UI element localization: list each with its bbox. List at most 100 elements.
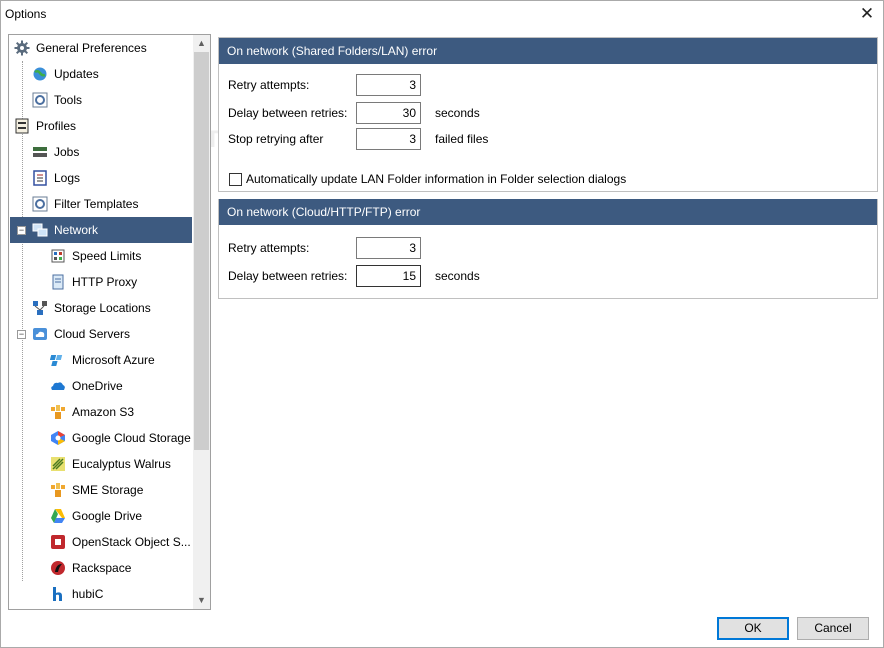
scroll-down-icon[interactable]: ▼ xyxy=(193,592,210,609)
cancel-button[interactable]: Cancel xyxy=(797,617,869,640)
jobs-icon xyxy=(33,147,47,157)
tree-item-label: General Preferences xyxy=(36,41,147,55)
storage-icon xyxy=(33,301,47,315)
lan-auto-update-checkbox[interactable] xyxy=(229,172,242,186)
lan-stop-input[interactable] xyxy=(356,128,421,150)
tree-item-amazon-s3[interactable]: Amazon S3 xyxy=(10,399,192,425)
proxy-icon xyxy=(52,274,64,290)
options-window: Options ✕ SOFTPEDIA ▲ ▼ General Preferen… xyxy=(0,0,884,648)
scroll-thumb[interactable] xyxy=(194,52,209,450)
tree-item-label: OneDrive xyxy=(72,379,123,393)
tree-item-network[interactable]: Network xyxy=(10,217,192,243)
lan-retry-input[interactable] xyxy=(356,74,421,96)
tree-item-updates[interactable]: Updates xyxy=(10,61,192,87)
tree-item-onedrive[interactable]: OneDrive xyxy=(10,373,192,399)
tree-item-general-preferences[interactable]: General Preferences xyxy=(10,35,192,61)
collapse-network-icon[interactable]: − xyxy=(17,226,26,235)
eucalyptus-icon xyxy=(51,457,65,471)
lan-delay-row: Delay between retries: seconds xyxy=(228,102,480,124)
cloud-error-group: On network (Cloud/HTTP/FTP) error Retry … xyxy=(218,199,878,299)
openstack-icon xyxy=(51,535,65,549)
tree-item-cloud-servers[interactable]: Cloud Servers xyxy=(10,321,192,347)
tree-item-label: Logs xyxy=(54,171,81,185)
collapse-cloud-servers-icon[interactable]: − xyxy=(17,330,26,339)
tree-item-logs[interactable]: Logs xyxy=(10,165,192,191)
lan-stop-row: Stop retrying after failed files xyxy=(228,128,488,150)
lan-delay-input[interactable] xyxy=(356,102,421,124)
tree-scrollbar[interactable]: ▲ ▼ xyxy=(193,35,210,609)
tree-item-label: Eucalyptus Walrus xyxy=(72,457,171,471)
profile-icon xyxy=(15,118,29,134)
scroll-up-icon[interactable]: ▲ xyxy=(193,35,210,52)
lan-error-group: On network (Shared Folders/LAN) error Re… xyxy=(218,37,878,192)
tree-item-jobs[interactable]: Jobs xyxy=(10,139,192,165)
tree-item-label: Profiles xyxy=(36,119,77,133)
dialog-body: SOFTPEDIA ▲ ▼ General Preferences Update… xyxy=(1,29,883,647)
cloud-retry-label: Retry attempts: xyxy=(228,241,310,255)
google-cloud-icon xyxy=(51,431,65,445)
title-bar: Options ✕ xyxy=(1,1,883,29)
tree-item-label: Speed Limits xyxy=(72,249,142,263)
azure-icon xyxy=(50,355,63,366)
tree-item-tools[interactable]: Tools xyxy=(10,87,192,113)
tree-item-label: Tools xyxy=(54,93,83,107)
cloud-icon xyxy=(33,328,47,340)
sme-storage-icon xyxy=(51,483,65,497)
tree-item-label: Cloud Servers xyxy=(54,327,131,341)
tree-item-label: Microsoft Azure xyxy=(72,353,155,367)
amazon-s3-icon xyxy=(51,405,65,419)
cloud-retry-input[interactable] xyxy=(356,237,421,259)
network-icon xyxy=(32,223,48,237)
tree-item-filter-templates[interactable]: Filter Templates xyxy=(10,191,192,217)
lan-auto-update-label: Automatically update LAN Folder informat… xyxy=(246,172,627,186)
lan-retry-label: Retry attempts: xyxy=(228,78,310,92)
tree-item-hubic[interactable]: hubiC xyxy=(10,581,192,607)
lan-delay-label: Delay between retries: xyxy=(228,106,348,120)
tree-item-microsoft-azure[interactable]: Microsoft Azure xyxy=(10,347,192,373)
gear-icon xyxy=(14,40,30,56)
tree-item-label: Updates xyxy=(54,67,99,81)
tree-item-profiles[interactable]: Profiles xyxy=(10,113,192,139)
tree-item-label: Filter Templates xyxy=(54,197,139,211)
tree-item-eucalyptus-walrus[interactable]: Eucalyptus Walrus xyxy=(10,451,192,477)
lan-retry-row: Retry attempts: xyxy=(228,74,421,96)
tree-item-storage-locations[interactable]: Storage Locations xyxy=(10,295,192,321)
filter-icon xyxy=(32,196,48,212)
tree-item-label: HTTP Proxy xyxy=(72,275,138,289)
hubic-icon xyxy=(53,587,62,601)
onedrive-icon xyxy=(51,382,65,390)
tree-item-speed-limits[interactable]: Speed Limits xyxy=(10,243,192,269)
tree-item-label: Storage Locations xyxy=(54,301,151,315)
cloud-delay-suffix: seconds xyxy=(435,269,480,283)
tree-item-openstack[interactable]: OpenStack Object S... xyxy=(10,529,192,555)
tree-item-label: Amazon S3 xyxy=(72,405,135,419)
lan-delay-suffix: seconds xyxy=(435,106,480,120)
lan-stop-suffix: failed files xyxy=(435,132,489,146)
google-drive-icon xyxy=(51,509,65,523)
tree-item-label: Google Cloud Storage xyxy=(72,431,191,445)
lan-stop-label: Stop retrying after xyxy=(228,132,324,146)
cloud-delay-label: Delay between retries: xyxy=(228,269,348,283)
tree-item-http-proxy[interactable]: HTTP Proxy xyxy=(10,269,192,295)
tree-item-label: Google Drive xyxy=(72,509,143,523)
tree-item-google-cloud-storage[interactable]: Google Cloud Storage xyxy=(10,425,192,451)
tree-item-label: SME Storage xyxy=(72,483,144,497)
ok-button[interactable]: OK xyxy=(717,617,789,640)
speed-icon xyxy=(51,249,65,263)
globe-icon xyxy=(33,67,47,81)
tree-item-google-drive[interactable]: Google Drive xyxy=(10,503,192,529)
options-tree[interactable]: ▲ ▼ General Preferences Updates Tools Pr… xyxy=(8,34,211,610)
tree-item-label: hubiC xyxy=(72,587,104,601)
rackspace-icon xyxy=(51,561,65,575)
tree-item-sme-storage[interactable]: SME Storage xyxy=(10,477,192,503)
lan-auto-update-checkbox-row[interactable]: Automatically update LAN Folder informat… xyxy=(229,172,626,186)
tree-item-label: Jobs xyxy=(54,145,80,159)
cloud-retry-row: Retry attempts: xyxy=(228,237,421,259)
cloud-delay-input[interactable] xyxy=(356,265,421,287)
tree-item-label: OpenStack Object S... xyxy=(72,535,191,549)
tools-icon xyxy=(32,92,48,108)
cloud-section-header: On network (Cloud/HTTP/FTP) error xyxy=(219,199,877,225)
tree-item-label: Rackspace xyxy=(72,561,132,575)
close-icon[interactable]: ✕ xyxy=(853,1,881,29)
tree-item-rackspace[interactable]: Rackspace xyxy=(10,555,192,581)
